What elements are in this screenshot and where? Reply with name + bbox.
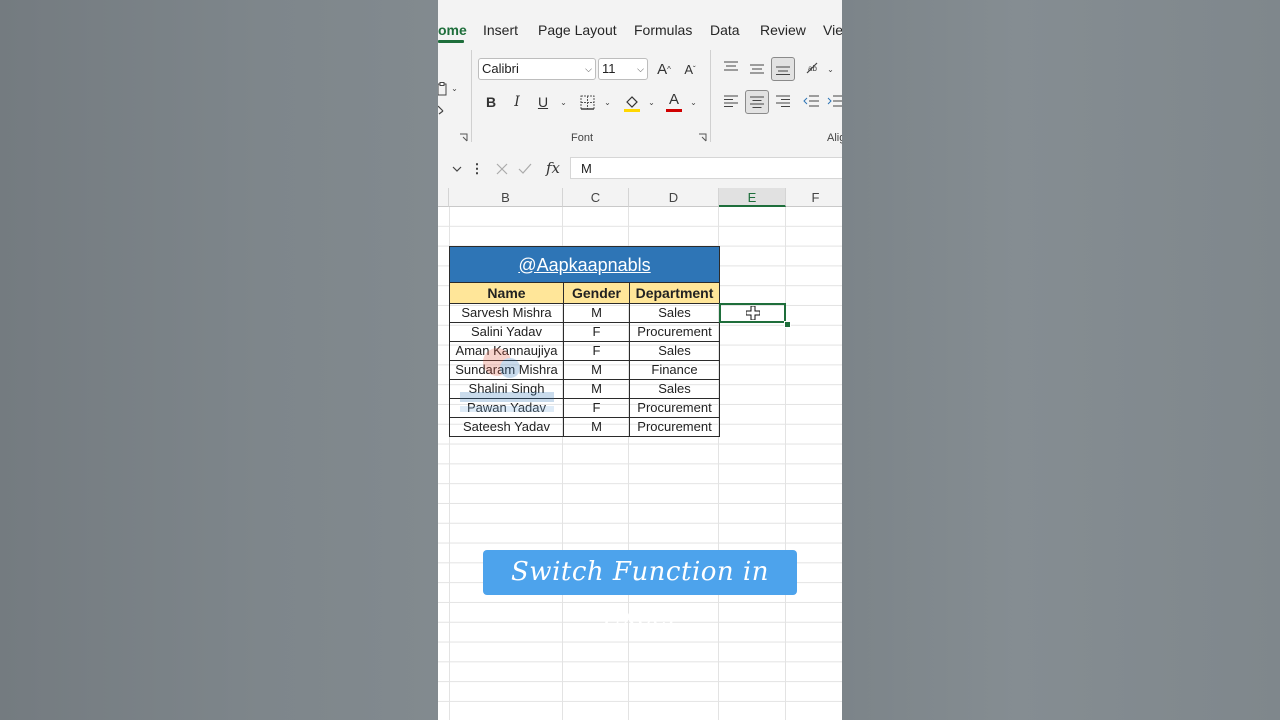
italic-button[interactable]: I <box>508 92 526 112</box>
ribbon-tabs: ome Insert Page Layout Formulas Data Rev… <box>438 0 842 46</box>
cell-name[interactable]: Salini Yadav <box>449 322 564 342</box>
cell-gender[interactable]: M <box>563 417 630 437</box>
decrease-indent-icon[interactable] <box>802 92 820 110</box>
ribbon-separator <box>471 50 472 142</box>
video-background-left <box>0 0 438 720</box>
column-header-c[interactable]: C <box>563 188 629 207</box>
paste-options-chevron-icon[interactable]: ⌄ <box>448 82 458 94</box>
ribbon-home: ⌄ Calibri ⌵ 11 ⌵ A ^ Aˇ B I U ⌄ ⌄ ⌄ A ⌄ … <box>438 46 842 149</box>
cell-gender[interactable]: F <box>563 322 630 342</box>
grow-font-icon: A <box>657 60 668 78</box>
tab-review[interactable]: Review <box>760 22 806 38</box>
cell-gender[interactable]: M <box>563 360 630 380</box>
excel-window: ome Insert Page Layout Formulas Data Rev… <box>438 0 842 720</box>
tab-data[interactable]: Data <box>710 22 740 38</box>
bottom-align-button[interactable] <box>771 57 795 81</box>
font-name-value: Calibri <box>482 61 519 76</box>
cell-name[interactable]: Sarvesh Mishra <box>449 303 564 323</box>
table-row: Sateesh Yadav M Procurement <box>449 417 720 437</box>
more-options-icon[interactable]: ⋮ <box>471 160 484 178</box>
font-dialog-launcher-icon[interactable] <box>697 132 707 142</box>
header-gender[interactable]: Gender <box>563 282 630 304</box>
tab-formulas[interactable]: Formulas <box>634 22 692 38</box>
tab-view[interactable]: Vie <box>823 22 842 38</box>
cell-name[interactable]: Sateesh Yadav <box>449 417 564 437</box>
fill-color-icon[interactable] <box>622 92 642 114</box>
table-title[interactable]: @Aapkaapnabls <box>449 246 720 283</box>
cell-gender[interactable]: M <box>563 303 630 323</box>
table-row: Salini Yadav F Procurement <box>449 322 720 342</box>
tab-home[interactable]: ome <box>438 22 467 38</box>
grid-column-line <box>785 207 786 720</box>
cell-department[interactable]: Finance <box>629 360 720 380</box>
align-center-button[interactable] <box>745 90 769 114</box>
cell-gender[interactable]: M <box>563 379 630 399</box>
column-header-b[interactable]: B <box>449 188 563 207</box>
chevron-down-icon: ⌵ <box>637 64 644 74</box>
font-size-dropdown[interactable]: 11 ⌵ <box>598 58 648 80</box>
shrink-font-button[interactable]: Aˇ <box>680 58 700 80</box>
video-background-right <box>842 0 1280 720</box>
column-header-d[interactable]: D <box>629 188 719 207</box>
ribbon-separator <box>710 50 711 142</box>
column-header-e[interactable]: E <box>719 188 786 207</box>
font-color-swatch <box>666 109 682 112</box>
active-tab-indicator <box>438 40 464 43</box>
channel-watermark-logo <box>452 340 562 420</box>
font-name-dropdown[interactable]: Calibri ⌵ <box>478 58 596 80</box>
tab-insert[interactable]: Insert <box>483 22 518 38</box>
fill-color-chevron-icon[interactable]: ⌄ <box>644 92 656 112</box>
top-align-icon[interactable] <box>722 58 740 76</box>
cell-gender[interactable]: F <box>563 398 630 418</box>
video-title-banner: Switch Function in Excel <box>483 550 797 632</box>
bold-button[interactable]: B <box>482 92 500 112</box>
font-size-value: 11 <box>602 61 616 76</box>
header-name[interactable]: Name <box>449 282 564 304</box>
font-color-letter: A <box>668 91 679 108</box>
middle-align-icon[interactable] <box>748 60 766 78</box>
svg-text:ab: ab <box>808 64 817 73</box>
table-row: Sarvesh Mishra M Sales <box>449 303 720 323</box>
cell-department[interactable]: Procurement <box>629 322 720 342</box>
tab-page-layout[interactable]: Page Layout <box>538 22 617 38</box>
cell-department[interactable]: Procurement <box>629 417 720 437</box>
font-color-icon[interactable]: A <box>664 90 684 114</box>
cell-department[interactable]: Sales <box>629 303 720 323</box>
orientation-chevron-icon[interactable]: ⌄ <box>824 60 834 78</box>
paste-icon[interactable] <box>438 80 448 98</box>
row-header-corner <box>438 188 449 207</box>
formula-input[interactable]: M <box>570 157 842 179</box>
shrink-font-icon: A <box>684 61 693 77</box>
cell-department[interactable]: Procurement <box>629 398 720 418</box>
underline-options-chevron-icon[interactable]: ⌄ <box>556 92 568 112</box>
cell-cursor-icon <box>745 305 761 321</box>
increase-indent-icon[interactable] <box>826 92 842 110</box>
orientation-icon[interactable]: ab <box>804 59 822 77</box>
header-department[interactable]: Department <box>629 282 720 304</box>
confirm-entry-icon[interactable] <box>516 160 534 178</box>
clipboard-dialog-launcher-icon[interactable] <box>458 132 468 142</box>
cell-gender[interactable]: F <box>563 341 630 361</box>
chevron-down-icon: ⌵ <box>585 64 592 74</box>
align-left-icon[interactable] <box>722 92 740 110</box>
name-box-chevron-icon[interactable] <box>450 160 464 178</box>
fill-handle[interactable] <box>784 321 791 328</box>
alignment-group-label: Alig <box>827 132 842 144</box>
borders-icon[interactable] <box>578 93 596 111</box>
cell-department[interactable]: Sales <box>629 341 720 361</box>
format-painter-icon[interactable] <box>438 104 446 116</box>
cell-department[interactable]: Sales <box>629 379 720 399</box>
font-group-label: Font <box>571 132 594 144</box>
align-right-icon[interactable] <box>774 92 792 110</box>
borders-chevron-icon[interactable]: ⌄ <box>600 92 612 112</box>
insert-function-button[interactable]: fx <box>542 158 564 178</box>
font-color-chevron-icon[interactable]: ⌄ <box>686 92 698 112</box>
underline-button[interactable]: U <box>534 92 552 112</box>
cancel-entry-icon[interactable] <box>493 160 511 178</box>
formula-bar: ⋮ fx M <box>438 148 842 189</box>
grow-font-button[interactable]: A ^ <box>654 58 674 80</box>
column-header-f[interactable]: F <box>786 188 842 207</box>
